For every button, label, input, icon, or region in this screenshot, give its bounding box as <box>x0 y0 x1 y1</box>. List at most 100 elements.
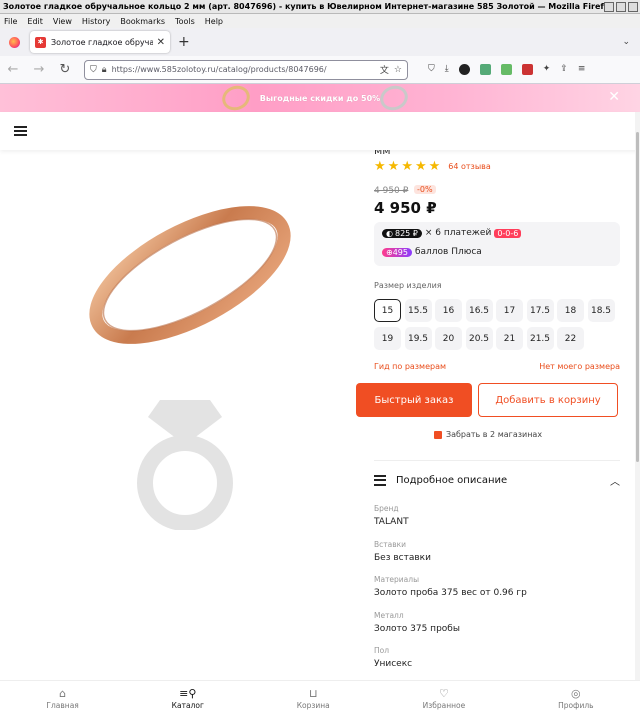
attribute-gender: Пол Унисекс <box>374 646 412 669</box>
size-option[interactable]: 18.5 <box>587 299 615 322</box>
size-option[interactable]: 17.5 <box>526 299 554 322</box>
menu-bookmarks[interactable]: Bookmarks <box>120 17 165 26</box>
tab-title: Золотое гладкое обручально <box>51 37 153 47</box>
size-option[interactable]: 21.5 <box>526 327 554 350</box>
toolbar-extensions: ⛉ ⤓ ✦ ⇪ ≡ <box>428 64 585 75</box>
menu-tools[interactable]: Tools <box>175 17 195 26</box>
minimize-button[interactable] <box>604 1 614 12</box>
site-favicon-icon: ✱ <box>35 36 46 48</box>
back-button[interactable]: ← <box>6 62 20 77</box>
attribute-metal: Металл Золото 375 пробы <box>374 611 460 634</box>
size-option[interactable]: 17 <box>496 299 523 322</box>
window-title: Золотое гладкое обручальное кольцо 2 мм … <box>3 2 604 11</box>
nav-cart[interactable]: ⊔ Корзина <box>297 688 330 710</box>
description-toggle[interactable]: Подробное описание ︿ <box>374 470 620 490</box>
size-option[interactable]: 15.5 <box>404 299 432 322</box>
window-titlebar: Золотое гладкое обручальное кольцо 2 мм … <box>0 0 640 14</box>
attribute-inserts: Вставки Без вставки <box>374 540 431 563</box>
plus-points-text: баллов Плюса <box>414 247 482 257</box>
window-controls <box>604 1 638 12</box>
page-scrollbar[interactable] <box>635 112 640 680</box>
installment-line[interactable]: ◐ 825 ₽ × 6 платежей 0-0-6 <box>382 228 522 238</box>
size-selector: 15 15.5 16 16.5 17 17.5 18 18.5 19 19.5 … <box>374 299 622 350</box>
attribute-key: Бренд <box>374 504 399 513</box>
add-to-cart-button[interactable]: Добавить в корзину <box>478 383 618 417</box>
reviews-link[interactable]: 64 отзыва <box>448 162 490 171</box>
profile-icon: ◎ <box>571 686 581 700</box>
size-option[interactable]: 21 <box>496 327 523 350</box>
attribute-key: Материалы <box>374 575 419 584</box>
star-icon: ★ <box>401 159 413 174</box>
reload-button[interactable]: ↻ <box>58 62 72 77</box>
nav-label: Избранное <box>422 700 466 710</box>
size-option[interactable]: 16 <box>435 299 462 322</box>
size-option[interactable]: 19.5 <box>404 327 432 350</box>
menu-file[interactable]: File <box>4 17 17 26</box>
tracking-shield-icon[interactable]: ⛉ <box>90 65 97 75</box>
product-ring-image[interactable] <box>80 200 300 350</box>
tab-close-icon[interactable]: ✕ <box>157 37 165 48</box>
url-text[interactable]: https://www.585zolotoy.ru/catalog/produc… <box>112 65 375 74</box>
promo-banner[interactable]: Выгодные скидки до 50% ✕ <box>0 81 640 115</box>
installment-amount-badge: ◐ 825 ₽ <box>382 228 422 238</box>
scrollbar-thumb[interactable] <box>636 132 639 462</box>
menu-view[interactable]: View <box>53 17 72 26</box>
promo-text: Выгодные скидки до 50% <box>259 93 381 103</box>
nav-profile[interactable]: ◎ Профиль <box>558 688 594 710</box>
quick-order-button[interactable]: Быстрый заказ <box>356 383 472 417</box>
list-all-tabs-icon[interactable]: ⌄ <box>622 37 630 47</box>
extension-picture-icon[interactable] <box>479 64 491 75</box>
plus-points-line[interactable]: ⊕495 баллов Плюса <box>382 247 482 257</box>
app-menu-icon[interactable]: ≡ <box>578 64 586 75</box>
translate-icon[interactable]: 文 <box>380 63 389 76</box>
maximize-button[interactable] <box>616 1 626 12</box>
forward-button[interactable]: → <box>32 62 46 77</box>
nav-catalog[interactable]: ≡⚲ Каталог <box>172 688 204 710</box>
attribute-brand: Бренд TALANT <box>374 504 409 527</box>
menu-history[interactable]: History <box>82 17 110 26</box>
star-icon: ★ <box>428 159 441 174</box>
close-window-button[interactable] <box>628 1 638 12</box>
menu-help[interactable]: Help <box>205 17 223 26</box>
description-title: Подробное описание <box>396 474 508 486</box>
nav-label: Корзина <box>296 700 330 710</box>
attribute-key: Пол <box>374 646 390 655</box>
size-option[interactable]: 16.5 <box>465 299 493 322</box>
size-option[interactable]: 22 <box>557 327 584 350</box>
hamburger-menu-icon[interactable] <box>14 126 27 136</box>
nav-home[interactable]: ⌂ Главная <box>46 688 78 710</box>
extension-green-icon[interactable] <box>500 64 512 75</box>
product-info: мм ★ ★ ★ ★ ★ 64 отзыва 4 950 ₽ -0% 4 950… <box>356 150 640 680</box>
size-option[interactable]: 20.5 <box>465 327 493 350</box>
size-guide-link[interactable]: Гид по размерам <box>374 362 446 371</box>
bookmark-star-icon[interactable]: ☆ <box>394 65 402 75</box>
extensions-puzzle-icon[interactable]: ✦ <box>543 64 551 75</box>
lock-icon[interactable]: 🔒︎ <box>102 65 107 75</box>
size-option[interactable]: 15 <box>374 299 401 322</box>
firefox-view-button[interactable] <box>4 32 24 52</box>
size-option[interactable]: 18 <box>557 299 584 322</box>
installment-zero-badge: 0-0-6 <box>494 228 522 238</box>
attribute-key: Металл <box>374 611 404 620</box>
extension-red-icon[interactable] <box>521 64 533 75</box>
address-bar[interactable]: ⛉ 🔒︎ https://www.585zolotoy.ru/catalog/p… <box>84 59 408 80</box>
pickup-info[interactable]: Забрать в 2 магазинах <box>356 430 620 439</box>
menu-edit[interactable]: Edit <box>27 17 43 26</box>
nav-favorites[interactable]: ♡ Избранное <box>423 688 466 710</box>
no-size-link[interactable]: Нет моего размера <box>539 362 620 371</box>
pocket-icon[interactable]: ⛉ <box>428 64 435 75</box>
downloads-icon[interactable]: ⤓ <box>445 64 449 75</box>
size-option[interactable]: 19 <box>374 327 401 350</box>
promo-close-icon[interactable]: ✕ <box>608 89 620 105</box>
size-option[interactable]: 20 <box>435 327 462 350</box>
extension-b-icon[interactable] <box>458 64 470 75</box>
tab-product[interactable]: ✱ Золотое гладкое обручально ✕ <box>30 31 170 53</box>
chevron-up-icon[interactable]: ︿ <box>610 473 620 488</box>
attribute-value: Унисекс <box>374 659 413 669</box>
new-tab-button[interactable]: + <box>178 34 190 50</box>
share-icon[interactable]: ⇪ <box>560 64 568 75</box>
home-icon: ⌂ <box>59 686 67 700</box>
rating[interactable]: ★ ★ ★ ★ ★ 64 отзыва <box>374 160 491 173</box>
payment-options[interactable]: ◐ 825 ₽ × 6 платежей 0-0-6 ⊕495 баллов Пл… <box>374 222 620 266</box>
promo-ring-image-2 <box>376 81 412 115</box>
